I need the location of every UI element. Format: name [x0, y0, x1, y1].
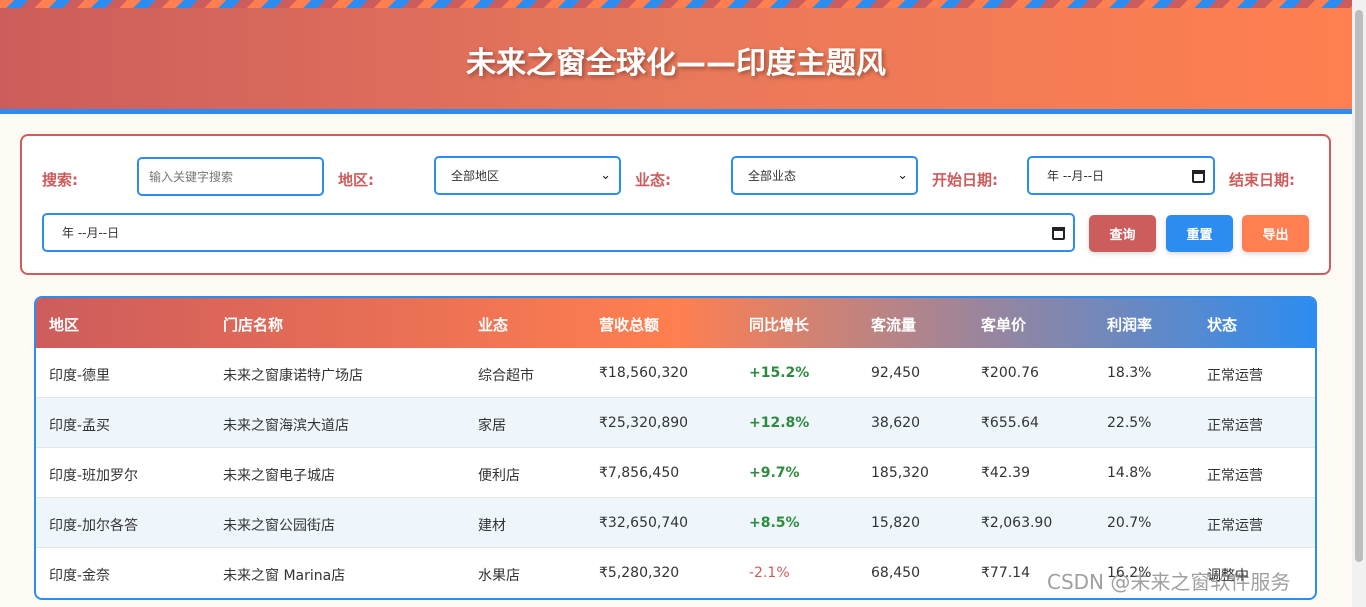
format-label: 业态:	[635, 171, 671, 189]
format-select-value: 全部业态	[748, 169, 797, 183]
format-cell: 家居	[478, 418, 506, 434]
growth-cell: -2.1%	[749, 565, 790, 581]
scrollbar-thumb[interactable]	[1355, 10, 1363, 562]
chevron-down-icon: ⌄	[897, 168, 908, 183]
table-row[interactable]: 印度-孟买 未来之窗海滨大道店 家居 ₹25,320,890 +12.8% 38…	[36, 398, 1315, 448]
region-select[interactable]: 全部地区 ⌄	[434, 156, 621, 195]
table-row[interactable]: 印度-班加罗尔 未来之窗电子城店 便利店 ₹7,856,450 +9.7% 18…	[36, 448, 1315, 498]
column-header-format[interactable]: 业态	[478, 314, 508, 335]
status-cell: 正常运营	[1207, 518, 1263, 534]
csdn-watermark: CSDN @未来之窗软件服务	[1047, 570, 1291, 594]
region-cell: 印度-班加罗尔	[49, 468, 139, 484]
format-cell: 水果店	[478, 568, 520, 584]
calendar-icon[interactable]	[1052, 227, 1065, 240]
filter-panel: 搜索: 输入关键字搜索 地区: 全部地区 ⌄ 业态: 全部业态 ⌄ 开始日期: …	[20, 134, 1331, 275]
region-label: 地区:	[338, 171, 374, 189]
profit-margin-cell: 14.8%	[1107, 465, 1152, 481]
region-select-value: 全部地区	[451, 169, 500, 183]
store-name-cell: 未来之窗公园街店	[223, 518, 335, 534]
region-cell: 印度-德里	[49, 368, 111, 384]
avg-ticket-cell: ₹200.76	[981, 365, 1039, 381]
column-header-status[interactable]: 状态	[1207, 314, 1237, 335]
page-header: 未来之窗全球化——印度主题风	[0, 0, 1352, 114]
column-header-profit-margin[interactable]: 利润率	[1107, 314, 1152, 335]
status-cell: 正常运营	[1207, 468, 1263, 484]
format-cell: 建材	[478, 518, 506, 534]
export-button[interactable]: 导出	[1242, 215, 1309, 252]
growth-cell: +12.8%	[749, 415, 810, 431]
region-cell: 印度-孟买	[49, 418, 111, 434]
search-input[interactable]: 输入关键字搜索	[137, 157, 324, 196]
status-cell: 正常运营	[1207, 368, 1263, 384]
column-header-store-name[interactable]: 门店名称	[223, 314, 283, 335]
store-name-cell: 未来之窗 Marina店	[223, 568, 346, 584]
store-table: 地区 门店名称 业态 营收总额 同比增长 客流量 客单价 利润率 状态 印度-德…	[34, 296, 1317, 600]
revenue-cell: ₹18,560,320	[599, 365, 689, 381]
profit-margin-cell: 20.7%	[1107, 515, 1152, 531]
format-cell: 便利店	[478, 468, 520, 484]
table-row[interactable]: 印度-德里 未来之窗康诺特广场店 综合超市 ₹18,560,320 +15.2%…	[36, 348, 1315, 398]
start-date-label: 开始日期:	[932, 171, 998, 189]
growth-cell: +15.2%	[749, 365, 810, 381]
query-button[interactable]: 查询	[1089, 215, 1156, 252]
profit-margin-cell: 18.3%	[1107, 365, 1152, 381]
header-stripe-decoration	[0, 0, 1352, 8]
end-date-input[interactable]: 年 --月--日	[42, 213, 1075, 252]
region-cell: 印度-加尔各答	[49, 518, 139, 534]
profit-margin-cell: 22.5%	[1107, 415, 1152, 431]
status-cell: 正常运营	[1207, 418, 1263, 434]
traffic-cell: 68,450	[871, 565, 920, 581]
avg-ticket-cell: ₹2,063.90	[981, 515, 1053, 531]
column-header-yoy-growth[interactable]: 同比增长	[749, 314, 809, 335]
end-date-value: 年 --月--日	[62, 226, 120, 240]
table-header: 地区 门店名称 业态 营收总额 同比增长 客流量 客单价 利润率 状态	[36, 298, 1315, 348]
revenue-cell: ₹7,856,450	[599, 465, 680, 481]
format-select[interactable]: 全部业态 ⌄	[731, 156, 918, 195]
revenue-cell: ₹25,320,890	[599, 415, 689, 431]
store-name-cell: 未来之窗电子城店	[223, 468, 335, 484]
revenue-cell: ₹32,650,740	[599, 515, 689, 531]
format-cell: 综合超市	[478, 368, 534, 384]
start-date-input[interactable]: 年 --月--日	[1027, 156, 1215, 195]
vertical-scrollbar[interactable]	[1352, 0, 1366, 607]
search-label: 搜索:	[42, 171, 78, 189]
traffic-cell: 38,620	[871, 415, 920, 431]
traffic-cell: 92,450	[871, 365, 920, 381]
store-name-cell: 未来之窗康诺特广场店	[223, 368, 363, 384]
page-title: 未来之窗全球化——印度主题风	[466, 46, 886, 81]
column-header-revenue[interactable]: 营收总额	[599, 314, 659, 335]
start-date-value: 年 --月--日	[1047, 169, 1105, 183]
column-header-traffic[interactable]: 客流量	[871, 314, 916, 335]
calendar-icon[interactable]	[1192, 170, 1205, 183]
traffic-cell: 15,820	[871, 515, 920, 531]
chevron-down-icon: ⌄	[600, 168, 611, 183]
avg-ticket-cell: ₹77.14	[981, 565, 1030, 581]
avg-ticket-cell: ₹655.64	[981, 415, 1039, 431]
traffic-cell: 185,320	[871, 465, 929, 481]
column-header-avg-ticket[interactable]: 客单价	[981, 314, 1026, 335]
end-date-label: 结束日期:	[1229, 171, 1295, 189]
table-row[interactable]: 印度-加尔各答 未来之窗公园街店 建材 ₹32,650,740 +8.5% 15…	[36, 498, 1315, 548]
growth-cell: +9.7%	[749, 465, 800, 481]
reset-button[interactable]: 重置	[1166, 215, 1233, 252]
revenue-cell: ₹5,280,320	[599, 565, 680, 581]
column-header-region[interactable]: 地区	[49, 314, 79, 335]
avg-ticket-cell: ₹42.39	[981, 465, 1030, 481]
region-cell: 印度-金奈	[49, 568, 111, 584]
store-name-cell: 未来之窗海滨大道店	[223, 418, 349, 434]
growth-cell: +8.5%	[749, 515, 800, 531]
